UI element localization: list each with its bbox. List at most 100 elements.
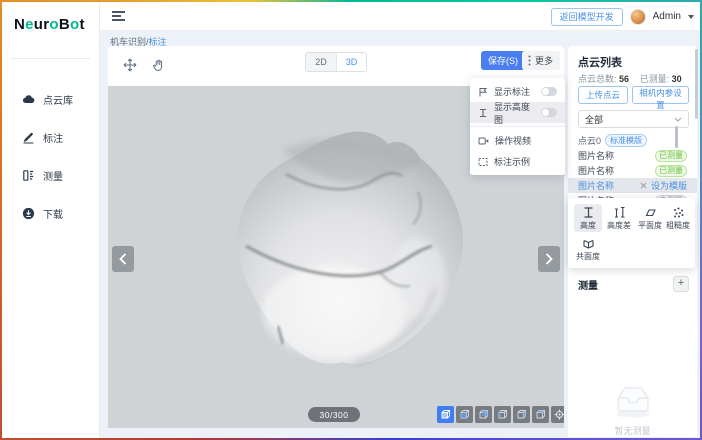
tooth-3d-model[interactable] (222, 130, 468, 368)
divider (470, 126, 565, 127)
pointcloud-item[interactable]: 点云0 标准模版 (578, 134, 647, 147)
content-area: 机车识别/标注 2D 3D 保存(S) (100, 31, 700, 438)
chevron-left-icon (119, 253, 127, 265)
menu-item-annotation-example[interactable]: 标注示例 (470, 151, 565, 172)
mode-2d-button[interactable]: 2D (306, 53, 336, 71)
avatar[interactable] (630, 9, 646, 25)
flag-icon (478, 87, 488, 97)
image-list-item-selected[interactable]: 图片名称 设为模版 (568, 178, 697, 193)
view-left-button[interactable] (494, 406, 511, 423)
image-list-item[interactable]: 图片名称 已测量 (568, 163, 697, 178)
chevron-down-icon (674, 117, 682, 122)
sidebar-item-annotate[interactable]: 标注 (2, 122, 100, 152)
more-button[interactable]: 更多 (522, 51, 560, 70)
cube-icon (497, 409, 508, 420)
menu-item-show-heightmap[interactable]: 显示高度图 (470, 102, 565, 123)
camera-params-button[interactable]: 相机内参设置 (632, 86, 689, 104)
show-heightmap-toggle[interactable] (541, 108, 557, 117)
cube-icon (535, 409, 546, 420)
collapse-menu-icon[interactable] (112, 11, 125, 22)
brand-letter: N (14, 16, 25, 33)
window-scrollbar[interactable] (695, 49, 698, 119)
previous-image-button[interactable] (112, 246, 134, 272)
tool-label: 平面度 (638, 220, 662, 231)
panel-stats: 点云总数: 56 已测量: 30 (578, 72, 682, 85)
add-measure-button[interactable]: + (673, 276, 689, 292)
next-image-button[interactable] (538, 246, 560, 272)
view-right-button[interactable] (513, 406, 530, 423)
divider (10, 58, 90, 59)
list-scrollbar[interactable] (675, 126, 678, 148)
download-icon (22, 207, 35, 220)
height-tool-icon (582, 206, 595, 219)
view-top-button[interactable] (532, 406, 549, 423)
tool-label: 粗糙度 (666, 220, 690, 231)
crosshair-icon (554, 409, 564, 420)
image-list-item[interactable]: 图片名称 已测量 (568, 148, 697, 163)
image-name: 图片名称 (578, 164, 655, 177)
measure-section-header: 测量 + (578, 276, 689, 292)
locate-center-button[interactable] (551, 406, 564, 423)
more-button-label: 更多 (535, 54, 553, 67)
filter-select[interactable]: 全部 (578, 110, 689, 128)
brand-letter: ur (34, 16, 50, 33)
tool-flatness-button[interactable]: 平面度 (636, 204, 664, 232)
frame-icon (478, 157, 488, 167)
pan-move-icon[interactable] (122, 57, 138, 73)
measure-tools-popup: 高度 高度差 平面度 粗糙度 共面度 (568, 198, 695, 268)
measured-status-badge: 已测量 (655, 165, 687, 177)
show-annotations-toggle[interactable] (541, 87, 557, 96)
roughness-tool-icon (672, 206, 685, 219)
brand-logo: NeuroBot (14, 16, 85, 33)
tool-coplanarity-button[interactable]: 共面度 (574, 235, 602, 263)
window-frame: NeuroBot 点云库 标注 测量 下载 返回模型开发 Admin (0, 0, 702, 440)
sidebar-item-pointcloud-library[interactable]: 点云库 (2, 84, 100, 114)
empty-state-text: 暂无测量 (568, 424, 697, 437)
chevron-down-icon[interactable] (688, 15, 694, 19)
tool-roughness-button[interactable]: 粗糙度 (664, 204, 692, 232)
measured-label: 已测量: (640, 74, 670, 84)
topbar-right: 返回模型开发 Admin (551, 2, 694, 31)
pointcloud-name: 点云0 (578, 134, 601, 147)
sidebar-item-label: 点云库 (43, 92, 73, 107)
sidebar-item-download[interactable]: 下载 (2, 198, 100, 228)
empty-inbox-icon (610, 382, 656, 420)
brand-gear-letter: o (49, 16, 58, 33)
tool-height-diff-button[interactable]: 高度差 (605, 204, 633, 232)
pagination-badge: 30/300 (308, 407, 360, 422)
measured-status-badge: 已测量 (655, 150, 687, 162)
coplanarity-tool-icon (582, 237, 595, 250)
tool-label: 共面度 (576, 251, 600, 262)
measured-value: 30 (672, 74, 682, 84)
brand-gear-letter: e (25, 16, 34, 33)
menu-item-tutorial-video[interactable]: 操作视频 (470, 130, 565, 151)
tool-height-button[interactable]: 高度 (574, 204, 602, 232)
view-front-button[interactable] (456, 406, 473, 423)
video-icon (478, 136, 489, 146)
hand-grab-icon[interactable] (150, 57, 166, 73)
view-default-button[interactable] (437, 406, 454, 423)
back-to-model-dev-button[interactable]: 返回模型开发 (551, 8, 623, 26)
total-value: 56 (619, 74, 629, 84)
username[interactable]: Admin (653, 11, 681, 22)
menu-item-label: 操作视频 (495, 134, 557, 147)
upload-pointcloud-button[interactable]: 上传点云 (578, 86, 628, 104)
filter-value: 全部 (585, 113, 603, 126)
sidebar-item-measure[interactable]: 测量 (2, 160, 100, 190)
view-mode-toggle: 2D 3D (305, 52, 367, 72)
template-tag: 标准模版 (605, 134, 647, 147)
sidebar-item-label: 标注 (43, 130, 63, 145)
cube-icon (440, 409, 451, 420)
set-as-template-link[interactable]: 设为模版 (651, 179, 687, 192)
empty-state: 暂无测量 (568, 382, 697, 437)
view-back-button[interactable] (475, 406, 492, 423)
mode-3d-button[interactable]: 3D (336, 53, 366, 71)
brand-letter: t (79, 16, 84, 33)
save-button[interactable]: 保存(S) (481, 51, 525, 70)
cloud-icon (22, 93, 35, 106)
topbar: 返回模型开发 Admin (100, 2, 700, 31)
cube-icon (516, 409, 527, 420)
tool-label: 高度差 (607, 220, 631, 231)
remove-template-icon[interactable] (640, 182, 647, 189)
height-diff-tool-icon (613, 206, 626, 219)
